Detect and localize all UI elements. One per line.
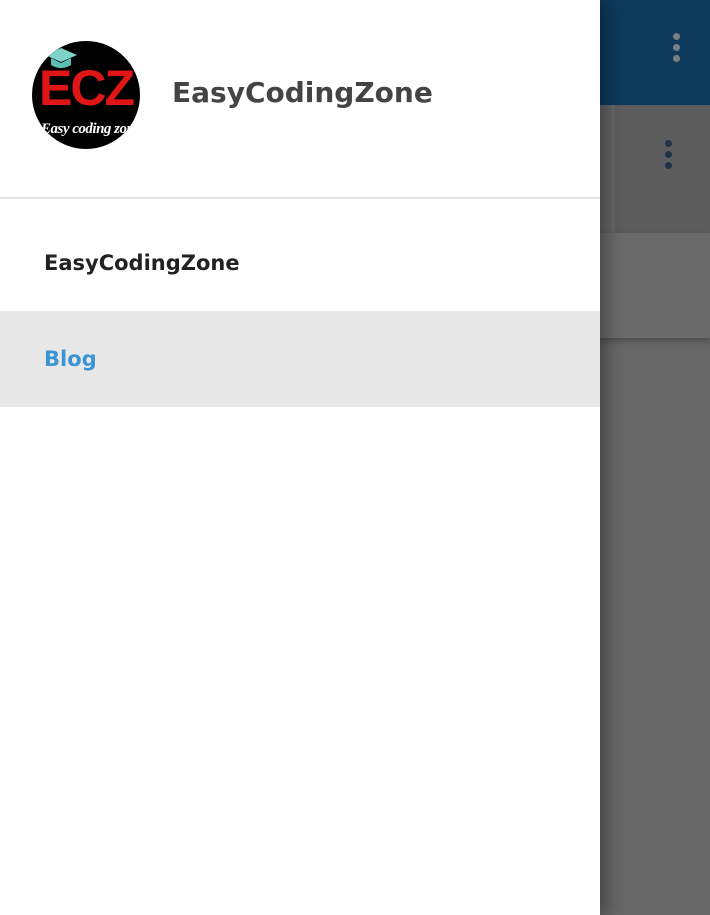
site-logo[interactable]: ECZ Easy coding zone [32,41,140,149]
navigation-drawer: ECZ Easy coding zone EasyCodingZone Easy… [0,0,600,915]
menu-item-label: EasyCodingZone [44,251,240,275]
menu-item-blog[interactable]: Blog [0,311,600,407]
drawer-header: ECZ Easy coding zone EasyCodingZone [0,0,600,199]
more-vert-icon [663,140,673,169]
logo-mark: ECZ [39,60,135,116]
more-vert-icon [671,33,681,62]
drawer-menu: EasyCodingZone Blog [0,215,600,407]
menu-item-easycodingzone[interactable]: EasyCodingZone [0,215,600,311]
logo-tagline: Easy coding zone [41,121,140,137]
drawer-title: EasyCodingZone [172,76,433,109]
background-toolbar-divider [600,105,615,233]
screen: ECZ Easy coding zone EasyCodingZone Easy… [0,0,710,915]
menu-item-label: Blog [44,347,97,371]
